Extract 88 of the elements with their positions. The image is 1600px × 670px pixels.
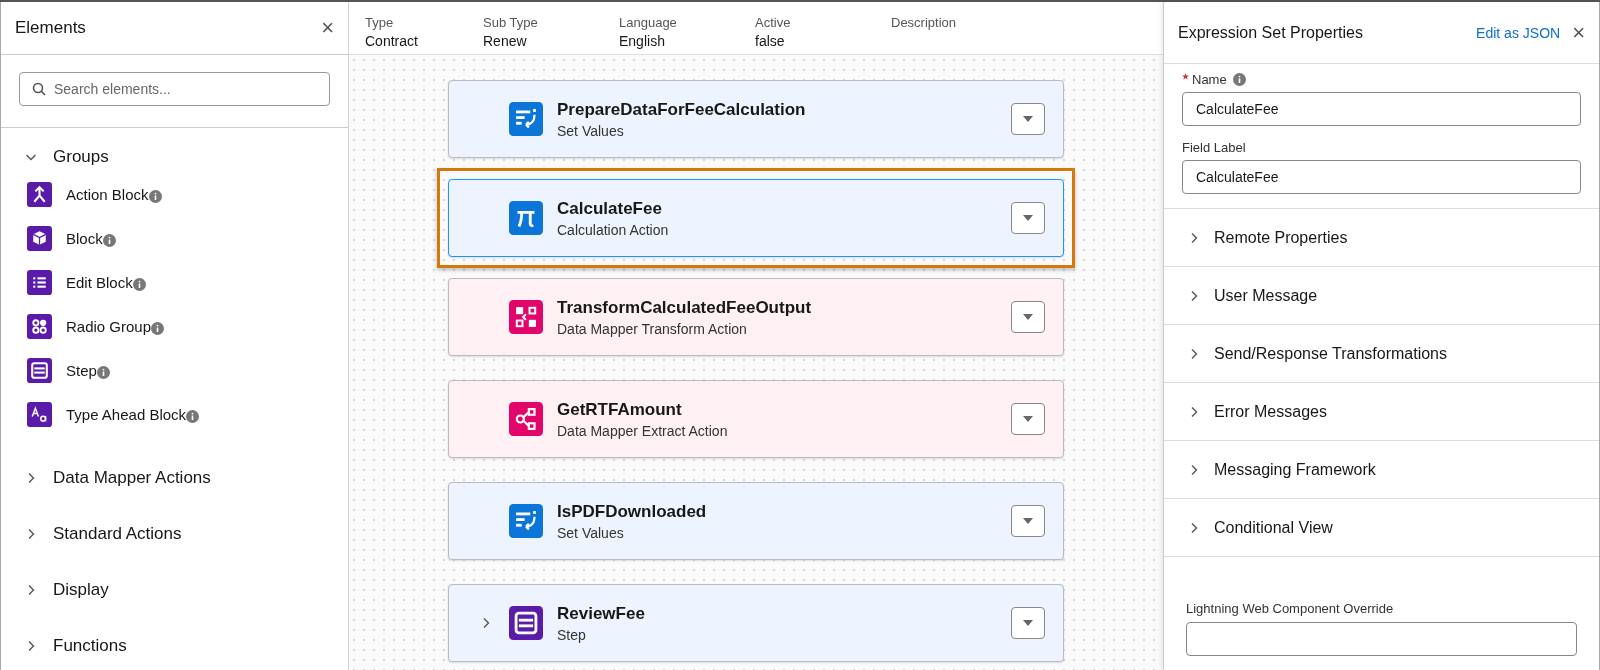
flow-node[interactable]: TransformCalculatedFeeOutput Data Mapper Transform Action bbox=[448, 278, 1064, 356]
step-icon bbox=[509, 606, 543, 640]
field-label: Field Label bbox=[1182, 140, 1246, 155]
dropdown-button[interactable] bbox=[1011, 403, 1045, 435]
field-value: false bbox=[755, 33, 786, 49]
dropdown-button[interactable] bbox=[1011, 505, 1045, 537]
section-header[interactable]: Conditional View bbox=[1214, 518, 1333, 537]
dropdown-button[interactable] bbox=[1011, 202, 1045, 234]
caret-icon bbox=[1022, 619, 1034, 627]
info-icon bbox=[148, 190, 162, 203]
caret-icon bbox=[1022, 313, 1034, 321]
field-label: Type bbox=[365, 15, 395, 30]
element-item[interactable]: Action Block bbox=[66, 186, 149, 203]
node-type: Calculation Action bbox=[557, 221, 670, 238]
element-item[interactable]: Type Ahead Block bbox=[66, 406, 187, 423]
search-icon bbox=[32, 82, 46, 96]
block-icon bbox=[27, 226, 52, 251]
node-title: ReviewFee bbox=[557, 603, 646, 624]
node-type: Set Values bbox=[557, 524, 625, 541]
element-item[interactable]: Step bbox=[66, 362, 97, 379]
node-title: GetRTFAmount bbox=[557, 399, 683, 420]
node-type: Data Mapper Transform Action bbox=[557, 320, 748, 337]
section-header[interactable]: User Message bbox=[1214, 286, 1318, 305]
flow-node[interactable]: IsPDFDownloaded Set Values bbox=[448, 482, 1064, 560]
flow-node[interactable]: CalculateFee Calculation Action bbox=[448, 179, 1064, 257]
type-ahead-icon bbox=[27, 402, 52, 427]
field-label: Lightning Web Component Override bbox=[1186, 601, 1395, 616]
section-header[interactable]: Display bbox=[53, 580, 109, 600]
flow-node[interactable]: GetRTFAmount Data Mapper Extract Action bbox=[448, 380, 1064, 458]
node-title: TransformCalculatedFeeOutput bbox=[557, 297, 813, 318]
info-icon bbox=[151, 322, 165, 335]
node-title: IsPDFDownloaded bbox=[557, 501, 708, 522]
edit-block-icon bbox=[27, 270, 52, 295]
pi-icon bbox=[509, 201, 543, 235]
flow-node[interactable]: PrepareDataForFeeCalculation Set Values bbox=[448, 80, 1064, 158]
search-field[interactable]: Search elements... bbox=[19, 72, 330, 106]
element-item[interactable]: Radio Group bbox=[66, 318, 152, 335]
info-icon bbox=[102, 234, 116, 247]
flow-node[interactable]: ReviewFee Step bbox=[448, 584, 1064, 662]
node-title: PrepareDataForFeeCalculation bbox=[557, 99, 807, 120]
text-field[interactable]: CalculateFee bbox=[1182, 92, 1581, 126]
field-label: Language bbox=[619, 15, 678, 30]
section-header[interactable]: Error Messages bbox=[1214, 402, 1327, 421]
section-header[interactable]: Remote Properties bbox=[1214, 228, 1348, 247]
field-value: English bbox=[619, 33, 666, 49]
caret-icon bbox=[1022, 214, 1034, 222]
dropdown-button[interactable] bbox=[1011, 103, 1045, 135]
node-type: Step bbox=[557, 626, 587, 643]
close-button[interactable]: × bbox=[1572, 21, 1585, 44]
dropdown-button[interactable] bbox=[1011, 607, 1045, 639]
field-label: Sub Type bbox=[483, 15, 539, 30]
panel-title: Expression Set Properties bbox=[1178, 23, 1364, 42]
section-header[interactable]: Functions bbox=[53, 636, 127, 656]
section-header[interactable]: Standard Actions bbox=[53, 524, 182, 544]
set-values-icon bbox=[509, 102, 543, 136]
info-icon bbox=[96, 366, 110, 379]
caret-icon bbox=[1022, 115, 1034, 123]
close-button[interactable]: × bbox=[321, 17, 334, 39]
panel-title: Elements bbox=[15, 18, 86, 38]
field-label: Name bbox=[1192, 72, 1227, 87]
field-value: Renew bbox=[483, 33, 528, 49]
action-block-icon bbox=[27, 182, 52, 207]
caret-icon bbox=[1022, 517, 1034, 525]
section-header[interactable]: Groups bbox=[53, 147, 109, 167]
field-value: Contract bbox=[365, 33, 419, 49]
text-field[interactable] bbox=[1186, 622, 1577, 656]
info-icon bbox=[132, 278, 146, 291]
node-title: CalculateFee bbox=[557, 198, 663, 219]
radio-group-icon bbox=[27, 314, 52, 339]
node-type: Set Values bbox=[557, 122, 625, 139]
node-type: Data Mapper Extract Action bbox=[557, 422, 729, 439]
element-item[interactable]: Edit Block bbox=[66, 274, 133, 291]
transform-icon bbox=[509, 300, 543, 334]
section-header[interactable]: Data Mapper Actions bbox=[53, 468, 211, 488]
dropdown-button[interactable] bbox=[1011, 301, 1045, 333]
info-icon bbox=[186, 410, 200, 423]
flow-icon bbox=[509, 402, 543, 436]
info-icon bbox=[1232, 73, 1246, 86]
text-field[interactable]: CalculateFee bbox=[1182, 160, 1581, 194]
step-icon bbox=[27, 358, 52, 383]
field-label: Description bbox=[891, 15, 958, 30]
section-header[interactable]: Send/Response Transformations bbox=[1214, 344, 1447, 363]
caret-icon bbox=[1022, 415, 1034, 423]
edit-as-json-link[interactable]: Edit as JSON bbox=[1476, 24, 1561, 41]
section-header[interactable]: Messaging Framework bbox=[1214, 460, 1376, 479]
element-item[interactable]: Block bbox=[66, 230, 103, 247]
field-label: Active bbox=[755, 15, 792, 30]
set-values-icon bbox=[509, 504, 543, 538]
